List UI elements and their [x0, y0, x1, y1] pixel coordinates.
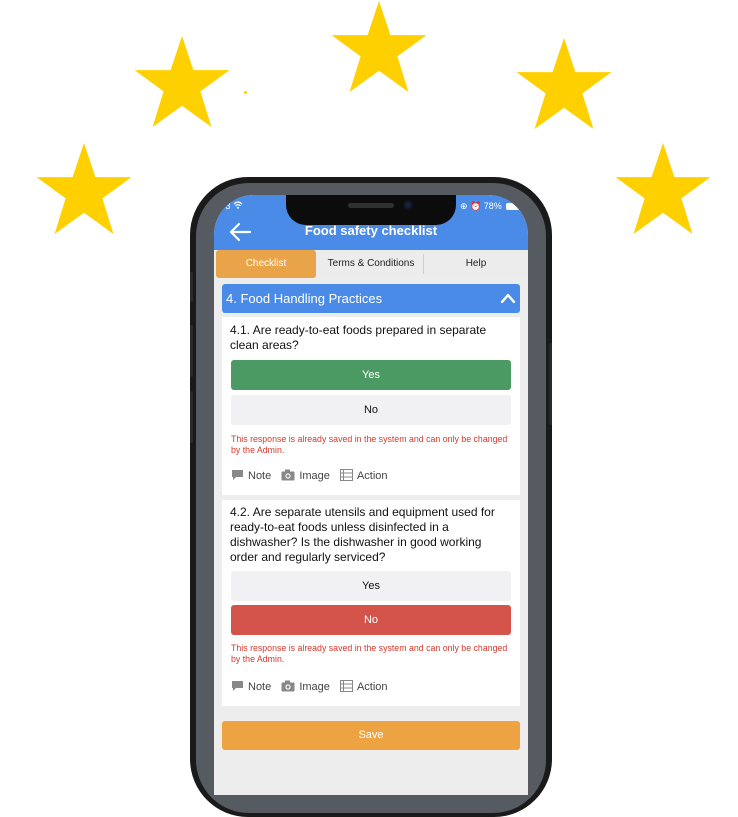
- question-card: 4.2. Are separate utensils and equipment…: [222, 500, 520, 706]
- page-title: Food safety checklist: [304, 223, 438, 238]
- comment-icon: [232, 470, 243, 480]
- question-tools: Note Image Action: [231, 680, 395, 694]
- note-label: Note: [248, 681, 272, 693]
- tab-bar: Checklist Terms & Conditions Help: [214, 250, 528, 278]
- phone-notch: [286, 195, 456, 225]
- yes-button[interactable]: Yes: [231, 360, 511, 390]
- save-button[interactable]: Save: [222, 721, 520, 750]
- comment-icon: [232, 681, 243, 691]
- action-button[interactable]: Action: [339, 469, 388, 482]
- question-tools: Note Image Action: [231, 469, 395, 483]
- tab-help[interactable]: Help: [424, 250, 528, 278]
- section-header[interactable]: 4. Food Handling Practices: [222, 284, 520, 313]
- status-bar-right: ⊕ ⏰ 78%: [460, 201, 521, 212]
- yes-button[interactable]: Yes: [231, 571, 511, 601]
- image-button[interactable]: Image: [281, 680, 330, 693]
- image-label: Image: [299, 470, 330, 482]
- location-icon: ⊕: [460, 201, 468, 211]
- action-button[interactable]: Action: [339, 680, 388, 693]
- alarm-icon: ⏰: [470, 201, 482, 211]
- speaker-grille: [348, 203, 394, 208]
- star-icon: [615, 143, 711, 235]
- note-button[interactable]: Note: [231, 469, 271, 482]
- phone-volume-up-button: [190, 325, 193, 377]
- star-dot: [244, 91, 247, 94]
- wifi-icon: [233, 201, 243, 209]
- warning-text: This response is already saved in the sy…: [231, 434, 508, 455]
- image-label: Image: [299, 681, 330, 693]
- section-title: 4. Food Handling Practices: [226, 291, 383, 306]
- list-icon: [339, 680, 353, 692]
- star-icon: [516, 38, 612, 130]
- camera-icon: [403, 200, 413, 210]
- camera-icon: [281, 680, 295, 692]
- signal-icon: [217, 201, 223, 209]
- star-icon: [134, 36, 230, 128]
- image-button[interactable]: Image: [281, 469, 330, 482]
- phone-side-button: [190, 272, 193, 302]
- question-card: 4.1. Are ready-to-eat foods prepared in …: [222, 317, 520, 495]
- star-icon: [36, 143, 132, 235]
- camera-icon: [281, 469, 295, 481]
- note-label: Note: [248, 470, 272, 482]
- status-bar-left: 3: [217, 201, 243, 211]
- action-label: Action: [356, 681, 388, 693]
- carrier-label: 3: [225, 201, 231, 211]
- note-button[interactable]: Note: [231, 680, 271, 693]
- warning-text: This response is already saved in the sy…: [231, 643, 508, 664]
- tab-checklist[interactable]: Checklist: [216, 250, 316, 278]
- question-text: 4.2. Are separate utensils and equipment…: [230, 505, 495, 564]
- phone-volume-down-button: [190, 391, 193, 443]
- chevron-up-icon[interactable]: [500, 291, 516, 305]
- no-button[interactable]: No: [231, 395, 511, 425]
- list-icon: [339, 469, 353, 481]
- app-bar: 3 ⊕ ⏰ 78% Food safety checklist: [214, 195, 528, 250]
- phone-screen: 3 ⊕ ⏰ 78% Food safety checklist Checklis…: [214, 195, 528, 795]
- battery-label: 78%: [483, 201, 502, 211]
- battery-icon: [506, 203, 521, 211]
- star-icon: [331, 1, 427, 93]
- action-label: Action: [356, 470, 388, 482]
- question-text: 4.1. Are ready-to-eat foods prepared in …: [230, 323, 487, 352]
- phone-power-button: [549, 343, 552, 425]
- no-button[interactable]: No: [231, 605, 511, 635]
- tab-terms-conditions[interactable]: Terms & Conditions: [318, 250, 424, 278]
